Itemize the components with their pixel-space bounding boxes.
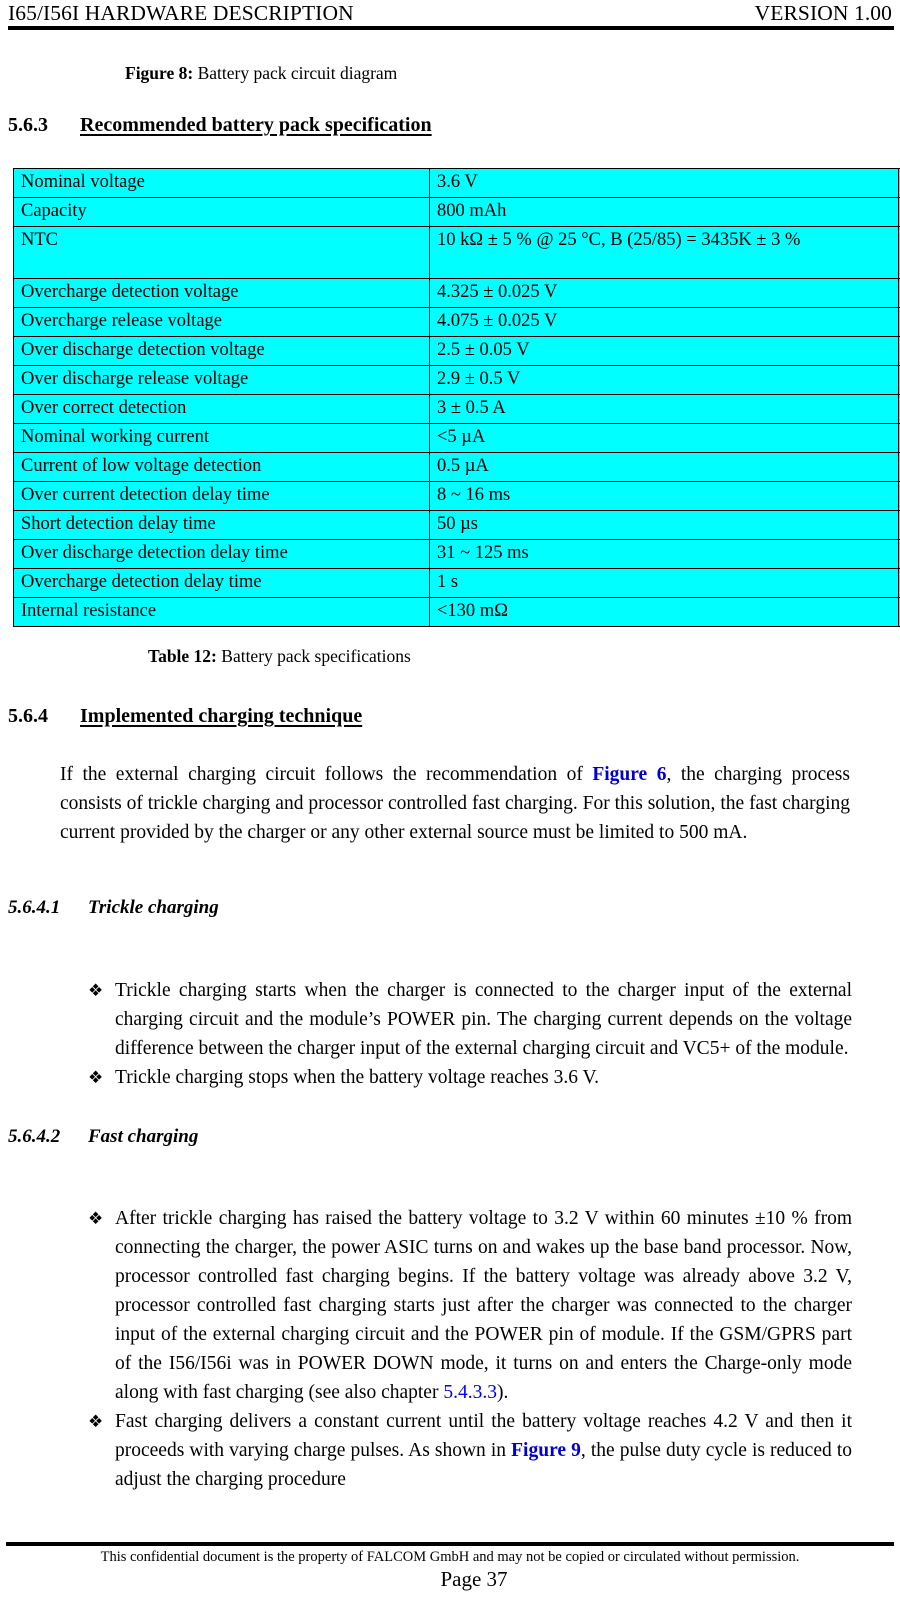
table-row: Overcharge detection delay time 1 s xyxy=(13,568,900,598)
diamond-bullet-icon: ❖ xyxy=(88,981,104,1000)
heading-5-6-4-number: 5.6.4 xyxy=(8,705,48,727)
table-row: Overcharge release voltage 4.075 ± 0.025… xyxy=(13,307,900,337)
spec-value-cell: 1 s xyxy=(429,568,899,598)
heading-5-6-4-2-number: 5.6.4.2 xyxy=(8,1126,61,1147)
list-item: ❖ After trickle charging has raised the … xyxy=(88,1204,852,1407)
spec-name-cell: NTC xyxy=(13,226,430,279)
spec-name-cell: Nominal working current xyxy=(13,423,430,453)
header-document-title: I65/I56I HARDWARE DESCRIPTION xyxy=(8,1,354,25)
spec-value-cell: 3.6 V xyxy=(429,168,899,198)
spec-name-cell: Over current detection delay time xyxy=(13,481,430,511)
figure-8-caption: Figure 8: Battery pack circuit diagram xyxy=(125,62,397,84)
table-row: Over discharge detection delay time 31 ~… xyxy=(13,539,900,569)
diamond-bullet-icon: ❖ xyxy=(88,1068,104,1087)
list-item: ❖ Fast charging delivers a constant curr… xyxy=(88,1407,852,1494)
table-row: Over current detection delay time 8 ~ 16… xyxy=(13,481,900,511)
header-version: VERSION 1.00 xyxy=(754,1,892,25)
battery-spec-table: Nominal voltage 3.6 V Capacity 800 mAh N… xyxy=(13,168,900,627)
spec-name-cell: Overcharge release voltage xyxy=(13,307,430,337)
heading-5-6-3-number: 5.6.3 xyxy=(8,114,48,136)
figure-8-caption-text: Battery pack circuit diagram xyxy=(193,63,398,83)
footer-divider-rule xyxy=(6,1542,894,1546)
table-row: Overcharge detection voltage 4.325 ± 0.0… xyxy=(13,278,900,308)
spec-name-cell: Over discharge detection voltage xyxy=(13,336,430,366)
battery-spec-table-container: Nominal voltage 3.6 V Capacity 800 mAh N… xyxy=(13,168,900,627)
xref-chapter-5-4-3-3-link[interactable]: 5.4.3.3 xyxy=(443,1382,497,1403)
header-divider-rule xyxy=(8,26,894,30)
xref-figure-6-link[interactable]: Figure 6 xyxy=(592,764,666,785)
table-12-caption: Table 12: Battery pack specifications xyxy=(148,645,411,667)
spec-value-cell: 0.5 µA xyxy=(429,452,899,482)
spec-value-cell: 50 µs xyxy=(429,510,899,540)
spec-value-cell: 800 mAh xyxy=(429,197,899,227)
table-row: Over discharge release voltage 2.9 ± 0.5… xyxy=(13,365,900,395)
list-item-text-part2: ). xyxy=(496,1382,509,1403)
spec-name-cell: Over discharge release voltage xyxy=(13,365,430,395)
spec-name-cell: Internal resistance xyxy=(13,597,430,627)
heading-5-6-4-2-title: Fast charging xyxy=(88,1126,199,1147)
spec-value-cell: <130 mΩ xyxy=(429,597,899,627)
spec-name-cell: Over correct detection xyxy=(13,394,430,424)
table-row: NTC 10 kΩ ± 5 % @ 25 °C, B (25/85) = 343… xyxy=(13,226,900,279)
table-row: Nominal working current <5 µA xyxy=(13,423,900,453)
table-12-caption-text: Battery pack specifications xyxy=(216,646,411,666)
heading-5-6-3-title: Recommended battery pack specification xyxy=(80,114,432,136)
fast-charging-bullet-list: ❖ After trickle charging has raised the … xyxy=(88,1204,852,1494)
list-item-text: Trickle charging stops when the battery … xyxy=(115,1067,599,1088)
list-item-text: Trickle charging starts when the charger… xyxy=(115,980,852,1059)
xref-figure-9-link[interactable]: Figure 9 xyxy=(511,1440,581,1461)
spec-value-cell: 10 kΩ ± 5 % @ 25 °C, B (25/85) = 3435K ±… xyxy=(429,226,899,279)
table-row: Capacity 800 mAh xyxy=(13,197,900,227)
paragraph-charging-technique: If the external charging circuit follows… xyxy=(60,760,850,847)
spec-value-cell: 3 ± 0.5 A xyxy=(429,394,899,424)
footer-page-number: Page 37 xyxy=(440,1567,508,1591)
diamond-bullet-icon: ❖ xyxy=(88,1209,104,1228)
spec-value-cell: 31 ~ 125 ms xyxy=(429,539,899,569)
spec-value-cell: 4.325 ± 0.025 V xyxy=(429,278,899,308)
list-item-text: Fast charging delivers a constant curren… xyxy=(115,1407,852,1494)
list-item-text-part1: After trickle charging has raised the ba… xyxy=(115,1208,852,1403)
heading-5-6-4: 5.6.4 Implemented charging technique xyxy=(8,703,892,729)
table-row: Current of low voltage detection 0.5 µA xyxy=(13,452,900,482)
spec-name-cell: Overcharge detection voltage xyxy=(13,278,430,308)
heading-5-6-3: 5.6.3 Recommended battery pack specifica… xyxy=(8,112,892,138)
table-12-caption-label: Table 12: xyxy=(148,646,217,666)
spec-name-cell: Short detection delay time xyxy=(13,510,430,540)
table-row: Internal resistance <130 mΩ xyxy=(13,597,900,627)
heading-5-6-4-1-number: 5.6.4.1 xyxy=(8,897,61,918)
list-item-text: After trickle charging has raised the ba… xyxy=(115,1204,852,1407)
spec-name-cell: Overcharge detection delay time xyxy=(13,568,430,598)
spec-name-cell: Current of low voltage detection xyxy=(13,452,430,482)
spec-value-cell: <5 µA xyxy=(429,423,899,453)
heading-5-6-4-1: 5.6.4.1 Trickle charging xyxy=(8,895,892,921)
figure-8-caption-label: Figure 8: xyxy=(125,63,194,83)
diamond-bullet-icon: ❖ xyxy=(88,1412,104,1431)
spec-name-cell: Nominal voltage xyxy=(13,168,430,198)
list-item: ❖ Trickle charging stops when the batter… xyxy=(88,1063,852,1092)
table-row: Over discharge detection voltage 2.5 ± 0… xyxy=(13,336,900,366)
table-row: Over correct detection 3 ± 0.5 A xyxy=(13,394,900,424)
trickle-charging-bullet-list: ❖ Trickle charging starts when the charg… xyxy=(88,976,852,1092)
table-row: Short detection delay time 50 µs xyxy=(13,510,900,540)
spec-value-cell: 8 ~ 16 ms xyxy=(429,481,899,511)
spec-value-cell: 2.9 ± 0.5 V xyxy=(429,365,899,395)
list-item: ❖ Trickle charging starts when the charg… xyxy=(88,976,852,1063)
heading-5-6-4-2: 5.6.4.2 Fast charging xyxy=(8,1124,892,1150)
spec-name-cell: Capacity xyxy=(13,197,430,227)
spec-value-cell: 2.5 ± 0.05 V xyxy=(429,336,899,366)
spec-value-cell: 4.075 ± 0.025 V xyxy=(429,307,899,337)
battery-spec-table-body: Nominal voltage 3.6 V Capacity 800 mAh N… xyxy=(13,168,900,627)
heading-5-6-4-title: Implemented charging technique xyxy=(80,705,363,727)
footer-confidentiality-note: This confidential document is the proper… xyxy=(100,1549,800,1565)
paragraph-text-part1: If the external charging circuit follows… xyxy=(60,764,593,785)
heading-5-6-4-1-title: Trickle charging xyxy=(88,897,219,918)
table-row: Nominal voltage 3.6 V xyxy=(13,168,900,198)
spec-name-cell: Over discharge detection delay time xyxy=(13,539,430,569)
